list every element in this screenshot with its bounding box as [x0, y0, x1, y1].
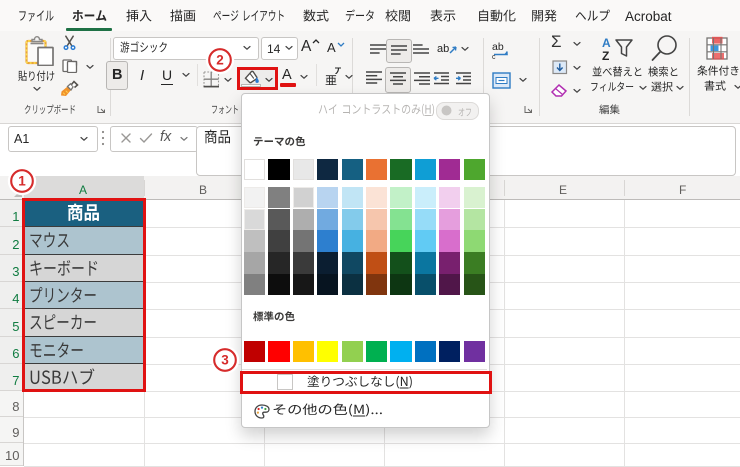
svg-text:2: 2	[216, 53, 224, 68]
svg-text:ab: ab	[492, 41, 504, 53]
svg-text:3: 3	[221, 353, 229, 368]
svg-text:Z: Z	[602, 49, 609, 62]
svg-text:1: 1	[19, 174, 27, 189]
svg-text:A: A	[602, 36, 611, 50]
svg-text:c: c	[492, 54, 496, 59]
svg-text:ab: ab	[437, 43, 449, 55]
